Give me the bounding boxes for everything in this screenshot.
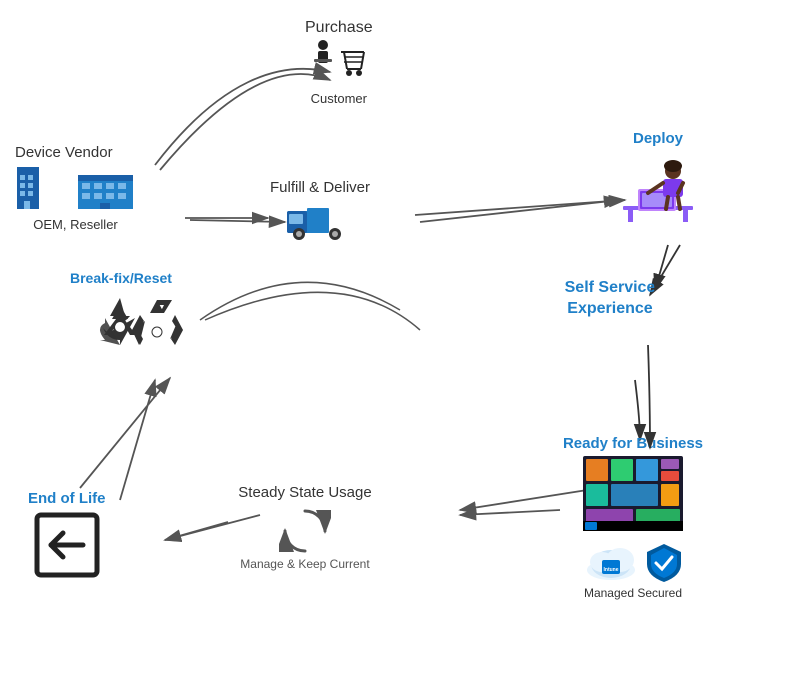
svg-text:Intune: Intune <box>603 567 618 573</box>
steady-state-node: Steady State Usage Manage & Keep Current <box>225 480 385 571</box>
deploy-node: Deploy <box>618 130 698 231</box>
fulfill-node: Fulfill & Deliver <box>270 175 370 251</box>
end-of-life-node: End of Life <box>28 490 106 584</box>
diagram: Purchase Customer Device Ve <box>0 0 792 678</box>
purchase-icon <box>309 37 369 87</box>
deploy-icon <box>618 151 698 226</box>
shield-icon <box>645 542 683 584</box>
purchase-node: Purchase Customer <box>305 15 373 106</box>
ready-for-business-node: Ready for Business <box>548 435 718 600</box>
recycle-node-icon <box>120 295 195 370</box>
intune-cloud-icon: Intune <box>584 542 639 584</box>
recycle-clean-icon <box>120 295 195 365</box>
sync-icon <box>279 505 331 553</box>
device-vendor-node: Device Vendor <box>15 140 136 232</box>
windows-start-icon <box>583 456 683 531</box>
delivery-truck-icon <box>285 196 355 246</box>
self-service-node: Self Service Experience <box>540 278 680 324</box>
end-of-life-icon <box>33 511 101 579</box>
building-icon-2 <box>76 161 136 213</box>
building-icon-1 <box>15 161 70 213</box>
